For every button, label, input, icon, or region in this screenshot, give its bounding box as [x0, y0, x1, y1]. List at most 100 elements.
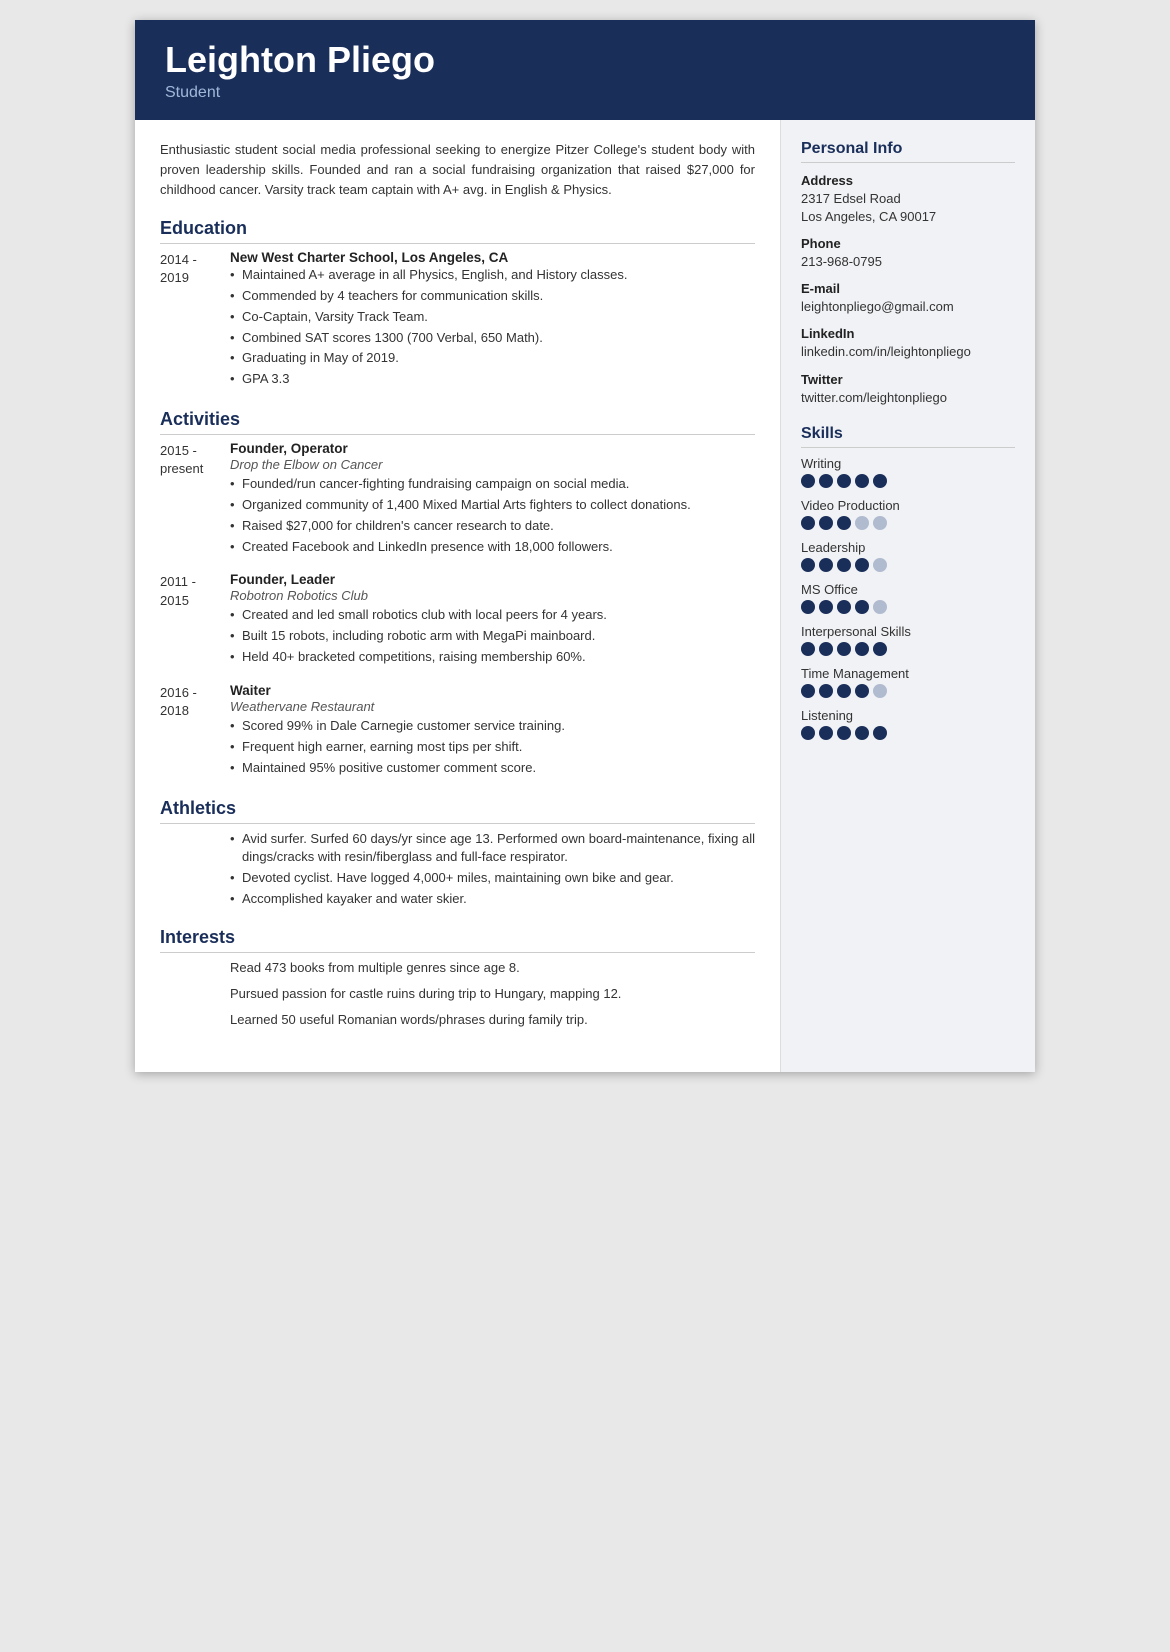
- dot-empty: [855, 516, 869, 530]
- body-layout: Enthusiastic student social media profes…: [135, 120, 1035, 1073]
- dot-filled: [855, 474, 869, 488]
- skill-item: Leadership: [801, 540, 1015, 572]
- sidebar: Personal Info Address 2317 Edsel Road Lo…: [780, 120, 1035, 1073]
- entry-date: 2011 - 2015: [160, 572, 230, 669]
- interest-item: Pursued passion for castle ruins during …: [230, 985, 755, 1004]
- dot-filled: [855, 684, 869, 698]
- dot-filled: [855, 600, 869, 614]
- skill-dots: [801, 474, 1015, 488]
- dot-filled: [819, 474, 833, 488]
- education-section: Education 2014 - 2019 New West Charter S…: [160, 218, 755, 391]
- dot-filled: [801, 600, 815, 614]
- phone-label: Phone: [801, 236, 1015, 251]
- interest-item: Read 473 books from multiple genres sinc…: [230, 959, 755, 978]
- twitter-label: Twitter: [801, 372, 1015, 387]
- entry-bullet: Maintained A+ average in all Physics, En…: [230, 266, 755, 285]
- dot-filled: [837, 726, 851, 740]
- personal-info-title: Personal Info: [801, 140, 1015, 163]
- skill-name: Leadership: [801, 540, 1015, 555]
- skill-dots: [801, 516, 1015, 530]
- dot-filled: [801, 558, 815, 572]
- entry-bullet: Graduating in May of 2019.: [230, 349, 755, 368]
- linkedin-label: LinkedIn: [801, 326, 1015, 341]
- dot-filled: [837, 516, 851, 530]
- entry-bullet: Combined SAT scores 1300 (700 Verbal, 65…: [230, 329, 755, 348]
- entry-bullets: Maintained A+ average in all Physics, En…: [230, 266, 755, 389]
- email-label: E-mail: [801, 281, 1015, 296]
- athletics-bullets: Avid surfer. Surfed 60 days/yr since age…: [160, 830, 755, 909]
- entry-bullet: GPA 3.3: [230, 370, 755, 389]
- resume-wrapper: Leighton Pliego Student Enthusiastic stu…: [135, 20, 1035, 1072]
- dot-filled: [837, 558, 851, 572]
- phone-value: 213-968-0795: [801, 253, 1015, 271]
- entry-bullet: Created and led small robotics club with…: [230, 606, 755, 625]
- skill-dots: [801, 684, 1015, 698]
- skill-name: Listening: [801, 708, 1015, 723]
- personal-info-section: Personal Info Address 2317 Edsel Road Lo…: [801, 140, 1015, 407]
- education-entry: 2014 - 2019 New West Charter School, Los…: [160, 250, 755, 391]
- entry-org: New West Charter School, Los Angeles, CA: [230, 250, 755, 265]
- entry-bullet: Scored 99% in Dale Carnegie customer ser…: [230, 717, 755, 736]
- dot-filled: [855, 558, 869, 572]
- skill-name: Interpersonal Skills: [801, 624, 1015, 639]
- dot-filled: [873, 726, 887, 740]
- entry-body: Founder, Operator Drop the Elbow on Canc…: [230, 441, 755, 558]
- entry-sub: Robotron Robotics Club: [230, 588, 755, 603]
- entry-bullets: Founded/run cancer-fighting fundraising …: [230, 475, 755, 556]
- athletics-bullets-list: Avid surfer. Surfed 60 days/yr since age…: [230, 830, 755, 909]
- skill-name: MS Office: [801, 582, 1015, 597]
- entry-body: Founder, Leader Robotron Robotics Club C…: [230, 572, 755, 669]
- skill-item: Interpersonal Skills: [801, 624, 1015, 656]
- email-value: leightonpliego@gmail.com: [801, 298, 1015, 316]
- entry-date: 2014 - 2019: [160, 250, 230, 391]
- skills-title: Skills: [801, 425, 1015, 448]
- dot-filled: [801, 642, 815, 656]
- entry-bullets: Created and led small robotics club with…: [230, 606, 755, 667]
- dot-filled: [855, 726, 869, 740]
- skill-name: Writing: [801, 456, 1015, 471]
- dot-filled: [873, 642, 887, 656]
- entry-bullet: Raised $27,000 for children's cancer res…: [230, 517, 755, 536]
- athletics-bullet: Avid surfer. Surfed 60 days/yr since age…: [230, 830, 755, 868]
- linkedin-value: linkedin.com/in/leightonpliego: [801, 343, 1015, 361]
- summary-text: Enthusiastic student social media profes…: [160, 140, 755, 200]
- activities-title: Activities: [160, 409, 755, 435]
- dot-filled: [837, 642, 851, 656]
- skills-section: Skills Writing Video Production Leadersh…: [801, 425, 1015, 740]
- entry-sub: Drop the Elbow on Cancer: [230, 457, 755, 472]
- athletics-title: Athletics: [160, 798, 755, 824]
- dot-filled: [819, 642, 833, 656]
- dot-filled: [801, 726, 815, 740]
- dot-empty: [873, 600, 887, 614]
- athletics-bullet: Accomplished kayaker and water skier.: [230, 890, 755, 909]
- entry-org: Founder, Operator: [230, 441, 755, 456]
- skill-item: Time Management: [801, 666, 1015, 698]
- entry-bullet: Organized community of 1,400 Mixed Marti…: [230, 496, 755, 515]
- athletics-section: Athletics Avid surfer. Surfed 60 days/yr…: [160, 798, 755, 909]
- education-title: Education: [160, 218, 755, 244]
- skill-item: MS Office: [801, 582, 1015, 614]
- skill-item: Listening: [801, 708, 1015, 740]
- twitter-value: twitter.com/leightonpliego: [801, 389, 1015, 407]
- entry-bullet: Commended by 4 teachers for communicatio…: [230, 287, 755, 306]
- activity-entry: 2016 - 2018 Waiter Weathervane Restauran…: [160, 683, 755, 780]
- dot-filled: [837, 600, 851, 614]
- interest-item: Learned 50 useful Romanian words/phrases…: [230, 1011, 755, 1030]
- candidate-name: Leighton Pliego: [165, 40, 1005, 80]
- dot-filled: [819, 600, 833, 614]
- entry-org: Founder, Leader: [230, 572, 755, 587]
- skill-dots: [801, 600, 1015, 614]
- interests-title: Interests: [160, 927, 755, 953]
- athletics-bullet: Devoted cyclist. Have logged 4,000+ mile…: [230, 869, 755, 888]
- activity-entry: 2015 - present Founder, Operator Drop th…: [160, 441, 755, 558]
- interests-section: Interests Read 473 books from multiple g…: [160, 927, 755, 1030]
- entry-date: 2016 - 2018: [160, 683, 230, 780]
- activity-entry: 2011 - 2015 Founder, Leader Robotron Rob…: [160, 572, 755, 669]
- dot-filled: [819, 684, 833, 698]
- main-content: Enthusiastic student social media profes…: [135, 120, 780, 1073]
- skills-list: Writing Video Production Leadership MS O…: [801, 456, 1015, 740]
- address-line1: 2317 Edsel Road: [801, 190, 1015, 208]
- dot-filled: [837, 684, 851, 698]
- skill-item: Video Production: [801, 498, 1015, 530]
- entry-bullet: Co-Captain, Varsity Track Team.: [230, 308, 755, 327]
